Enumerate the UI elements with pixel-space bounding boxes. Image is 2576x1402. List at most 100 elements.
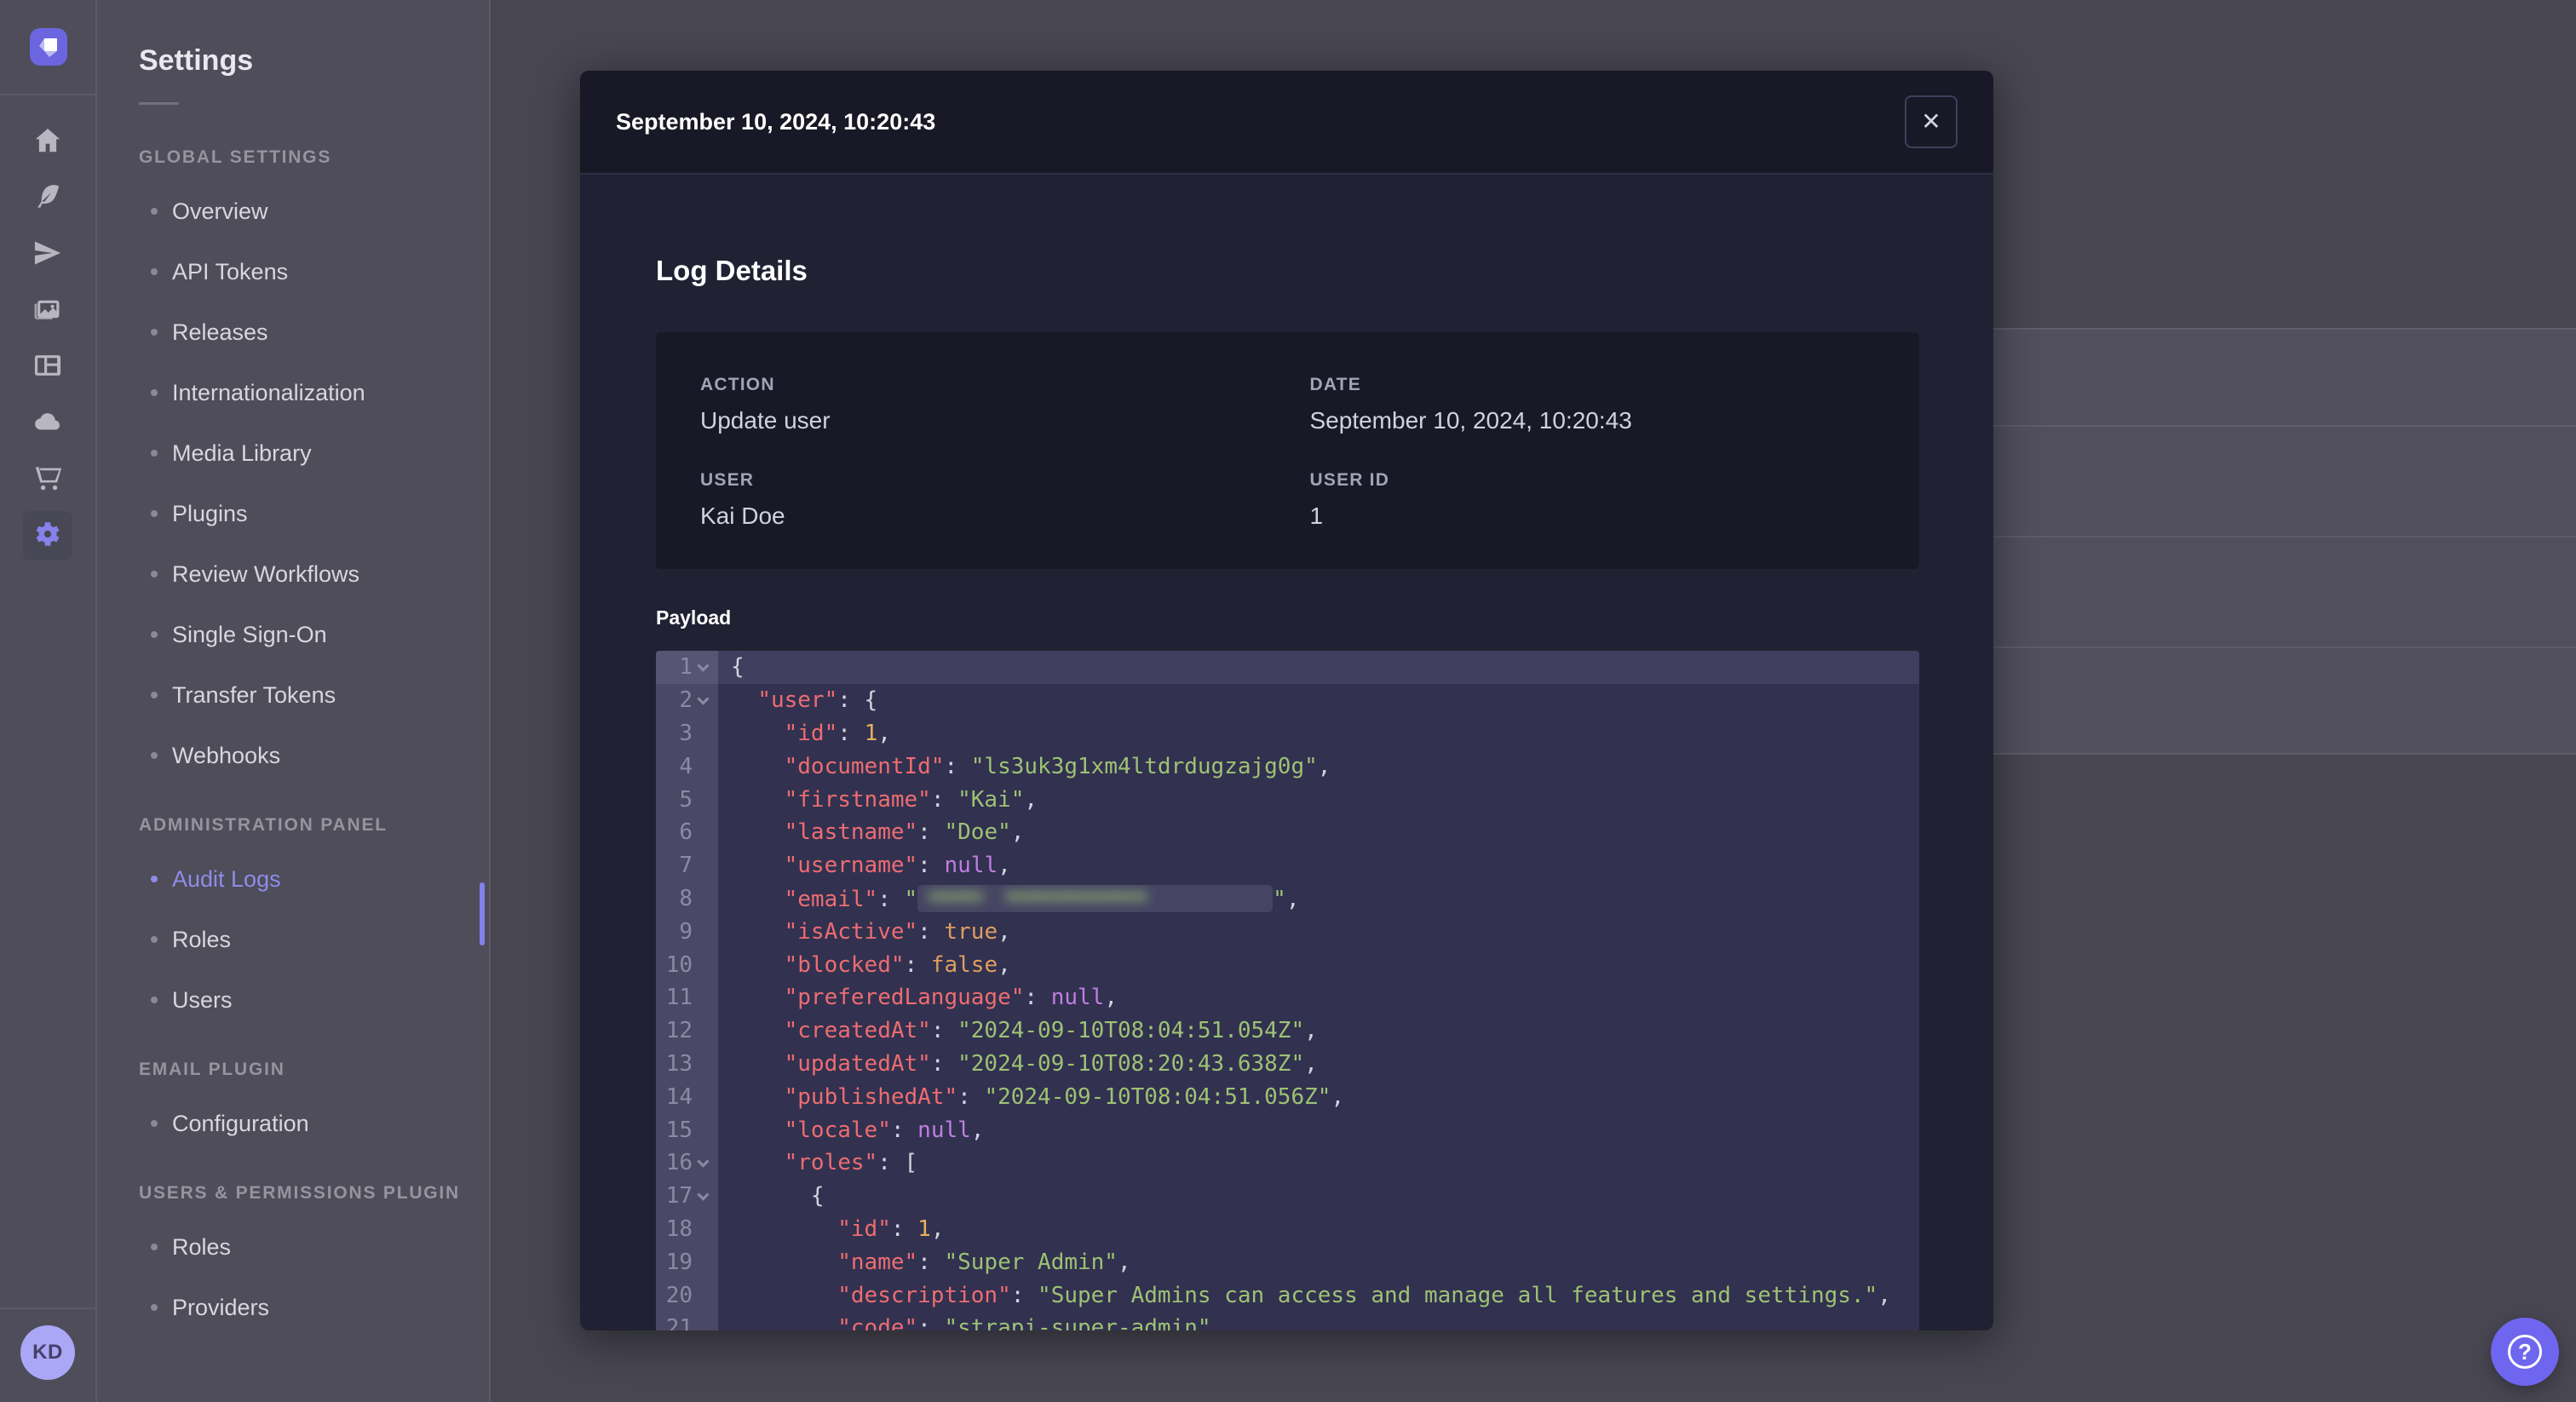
rail-item-images[interactable] [23, 286, 72, 336]
rail-item-layout[interactable] [23, 342, 72, 392]
token-p [731, 1250, 837, 1275]
token-p [731, 1084, 785, 1110]
sidebar-item-webhooks[interactable]: Webhooks [139, 738, 489, 773]
token-p: , [1104, 985, 1118, 1011]
token-s: "Doe" [944, 819, 1011, 846]
sidebar-item-plugins[interactable]: Plugins [139, 497, 489, 531]
fold-toggle-icon[interactable] [693, 684, 711, 717]
sidebar-item-internationalization[interactable]: Internationalization [139, 376, 489, 410]
nav-item-label: Internationalization [172, 379, 365, 405]
token-k: "documentId" [784, 753, 945, 779]
rail-item-cart[interactable] [23, 455, 72, 504]
feather-icon [32, 181, 64, 217]
nav-section-label: EMAIL PLUGIN [139, 1060, 285, 1079]
line-number: 9 [679, 918, 693, 945]
rail-item-gear[interactable] [23, 511, 72, 560]
field-value: 1 [1309, 503, 1324, 529]
chevron-down-icon [697, 692, 710, 705]
token-p [731, 754, 785, 779]
bullet-icon [151, 1244, 158, 1250]
sidebar-item-configuration[interactable]: Configuration [139, 1106, 489, 1141]
sidebar-item-audit-logs[interactable]: Audit Logs [139, 862, 489, 896]
token-p: : [917, 1249, 945, 1275]
token-p: , [877, 720, 891, 746]
code-text: "documentId": "ls3uk3g1xm4ltdrdugzajg0g"… [718, 754, 1331, 779]
payload-json-viewer[interactable]: 1{2 "user": {3 "id": 1, 4 "documentId": "… [656, 651, 1919, 1330]
code-line: 12 "createdAt": "2024-09-10T08:04:51.054… [656, 1014, 1919, 1048]
sidebar-item-single-sign-on[interactable]: Single Sign-On [139, 618, 489, 652]
field-value: Kai Doe [700, 503, 785, 529]
bullet-icon [151, 268, 158, 275]
nav-section-label: USERS & PERMISSIONS PLUGIN [139, 1183, 461, 1203]
bullet-icon [151, 510, 158, 517]
line-number-cell: 8 [656, 882, 718, 916]
sidebar-item-users[interactable]: Users [139, 983, 489, 1017]
close-icon: ✕ [1921, 108, 1941, 135]
line-number-cell: 3 [656, 717, 718, 750]
modal-title: September 10, 2024, 10:20:43 [616, 108, 936, 135]
line-number: 19 [665, 1249, 693, 1275]
line-number-cell: 17 [656, 1180, 718, 1213]
fold-toggle-icon[interactable] [693, 651, 711, 684]
layout-icon [32, 349, 64, 386]
sidebar-item-overview[interactable]: Overview [139, 194, 489, 228]
code-text: "roles": [ [718, 1150, 918, 1175]
rail-item-home[interactable] [23, 118, 72, 167]
token-p: , [1117, 1249, 1131, 1275]
code-text: "isActive": true, [718, 919, 1011, 945]
code-line: 20 "description": "Super Admins can acce… [656, 1278, 1919, 1312]
token-s: "Kai" [957, 786, 1025, 813]
code-line: 21 "code": "strapi-super-admin" [656, 1312, 1919, 1330]
line-number: 21 [665, 1315, 693, 1330]
sidebar-item-review-workflows[interactable]: Review Workflows [139, 557, 489, 591]
line-number: 16 [665, 1150, 693, 1176]
rail-item-send[interactable] [23, 230, 72, 279]
code-line: 3 "id": 1, [656, 717, 1919, 750]
user-avatar[interactable]: KD [20, 1325, 75, 1380]
token-s: "2024-09-10T08:04:51.054Z" [957, 1018, 1305, 1044]
bullet-icon [151, 936, 158, 943]
sidebar-item-roles[interactable]: Roles [139, 922, 489, 957]
sidebar-item-api-tokens[interactable]: API Tokens [139, 255, 489, 289]
token-p: : [890, 1215, 918, 1242]
sidebar-item-media-library[interactable]: Media Library [139, 436, 489, 470]
fold-toggle-icon[interactable] [693, 1146, 711, 1180]
sidebar-item-roles[interactable]: Roles [139, 1230, 489, 1264]
rail-item-cloud[interactable] [23, 399, 72, 448]
token-u: null [944, 853, 998, 879]
token-k: "username" [784, 853, 918, 879]
help-button[interactable]: ? [2491, 1318, 2559, 1386]
sidebar-item-transfer-tokens[interactable]: Transfer Tokens [139, 678, 489, 712]
fold-toggle-icon[interactable] [693, 1180, 711, 1213]
nav-item-label: Media Library [172, 440, 312, 466]
field-label: ACTION [700, 375, 775, 394]
token-k: "name" [837, 1249, 918, 1275]
sidebar-item-releases[interactable]: Releases [139, 315, 489, 349]
code-line: 10 "blocked": false, [656, 948, 1919, 981]
bullet-icon [151, 571, 158, 577]
settings-subnav: Settings GLOBAL SETTINGS Overview API Toke… [97, 0, 491, 1402]
strapi-logo-icon[interactable] [30, 28, 67, 66]
sidebar-item-providers[interactable]: Providers [139, 1290, 489, 1324]
bullet-icon [151, 752, 158, 759]
field-label: DATE [1309, 375, 1361, 394]
page-title: Settings [139, 44, 254, 77]
log-field-user: USER Kai Doe [700, 470, 1310, 530]
token-b: true [944, 918, 998, 945]
redacted-email-blur [917, 884, 1274, 912]
code-text: "code": "strapi-super-admin" [718, 1315, 1210, 1330]
token-p: , [998, 853, 1011, 879]
token-p: , [1317, 753, 1331, 779]
code-text: { [718, 1183, 825, 1209]
token-p: : [944, 753, 971, 779]
log-field-date: DATE September 10, 2024, 10:20:43 [1310, 375, 1920, 434]
line-number-cell: 5 [656, 783, 718, 816]
token-p [731, 787, 785, 813]
close-button[interactable]: ✕ [1905, 95, 1958, 148]
line-number: 8 [679, 885, 693, 911]
rail-item-feather[interactable] [23, 174, 72, 223]
code-line: 16 "roles": [ [656, 1146, 1919, 1180]
